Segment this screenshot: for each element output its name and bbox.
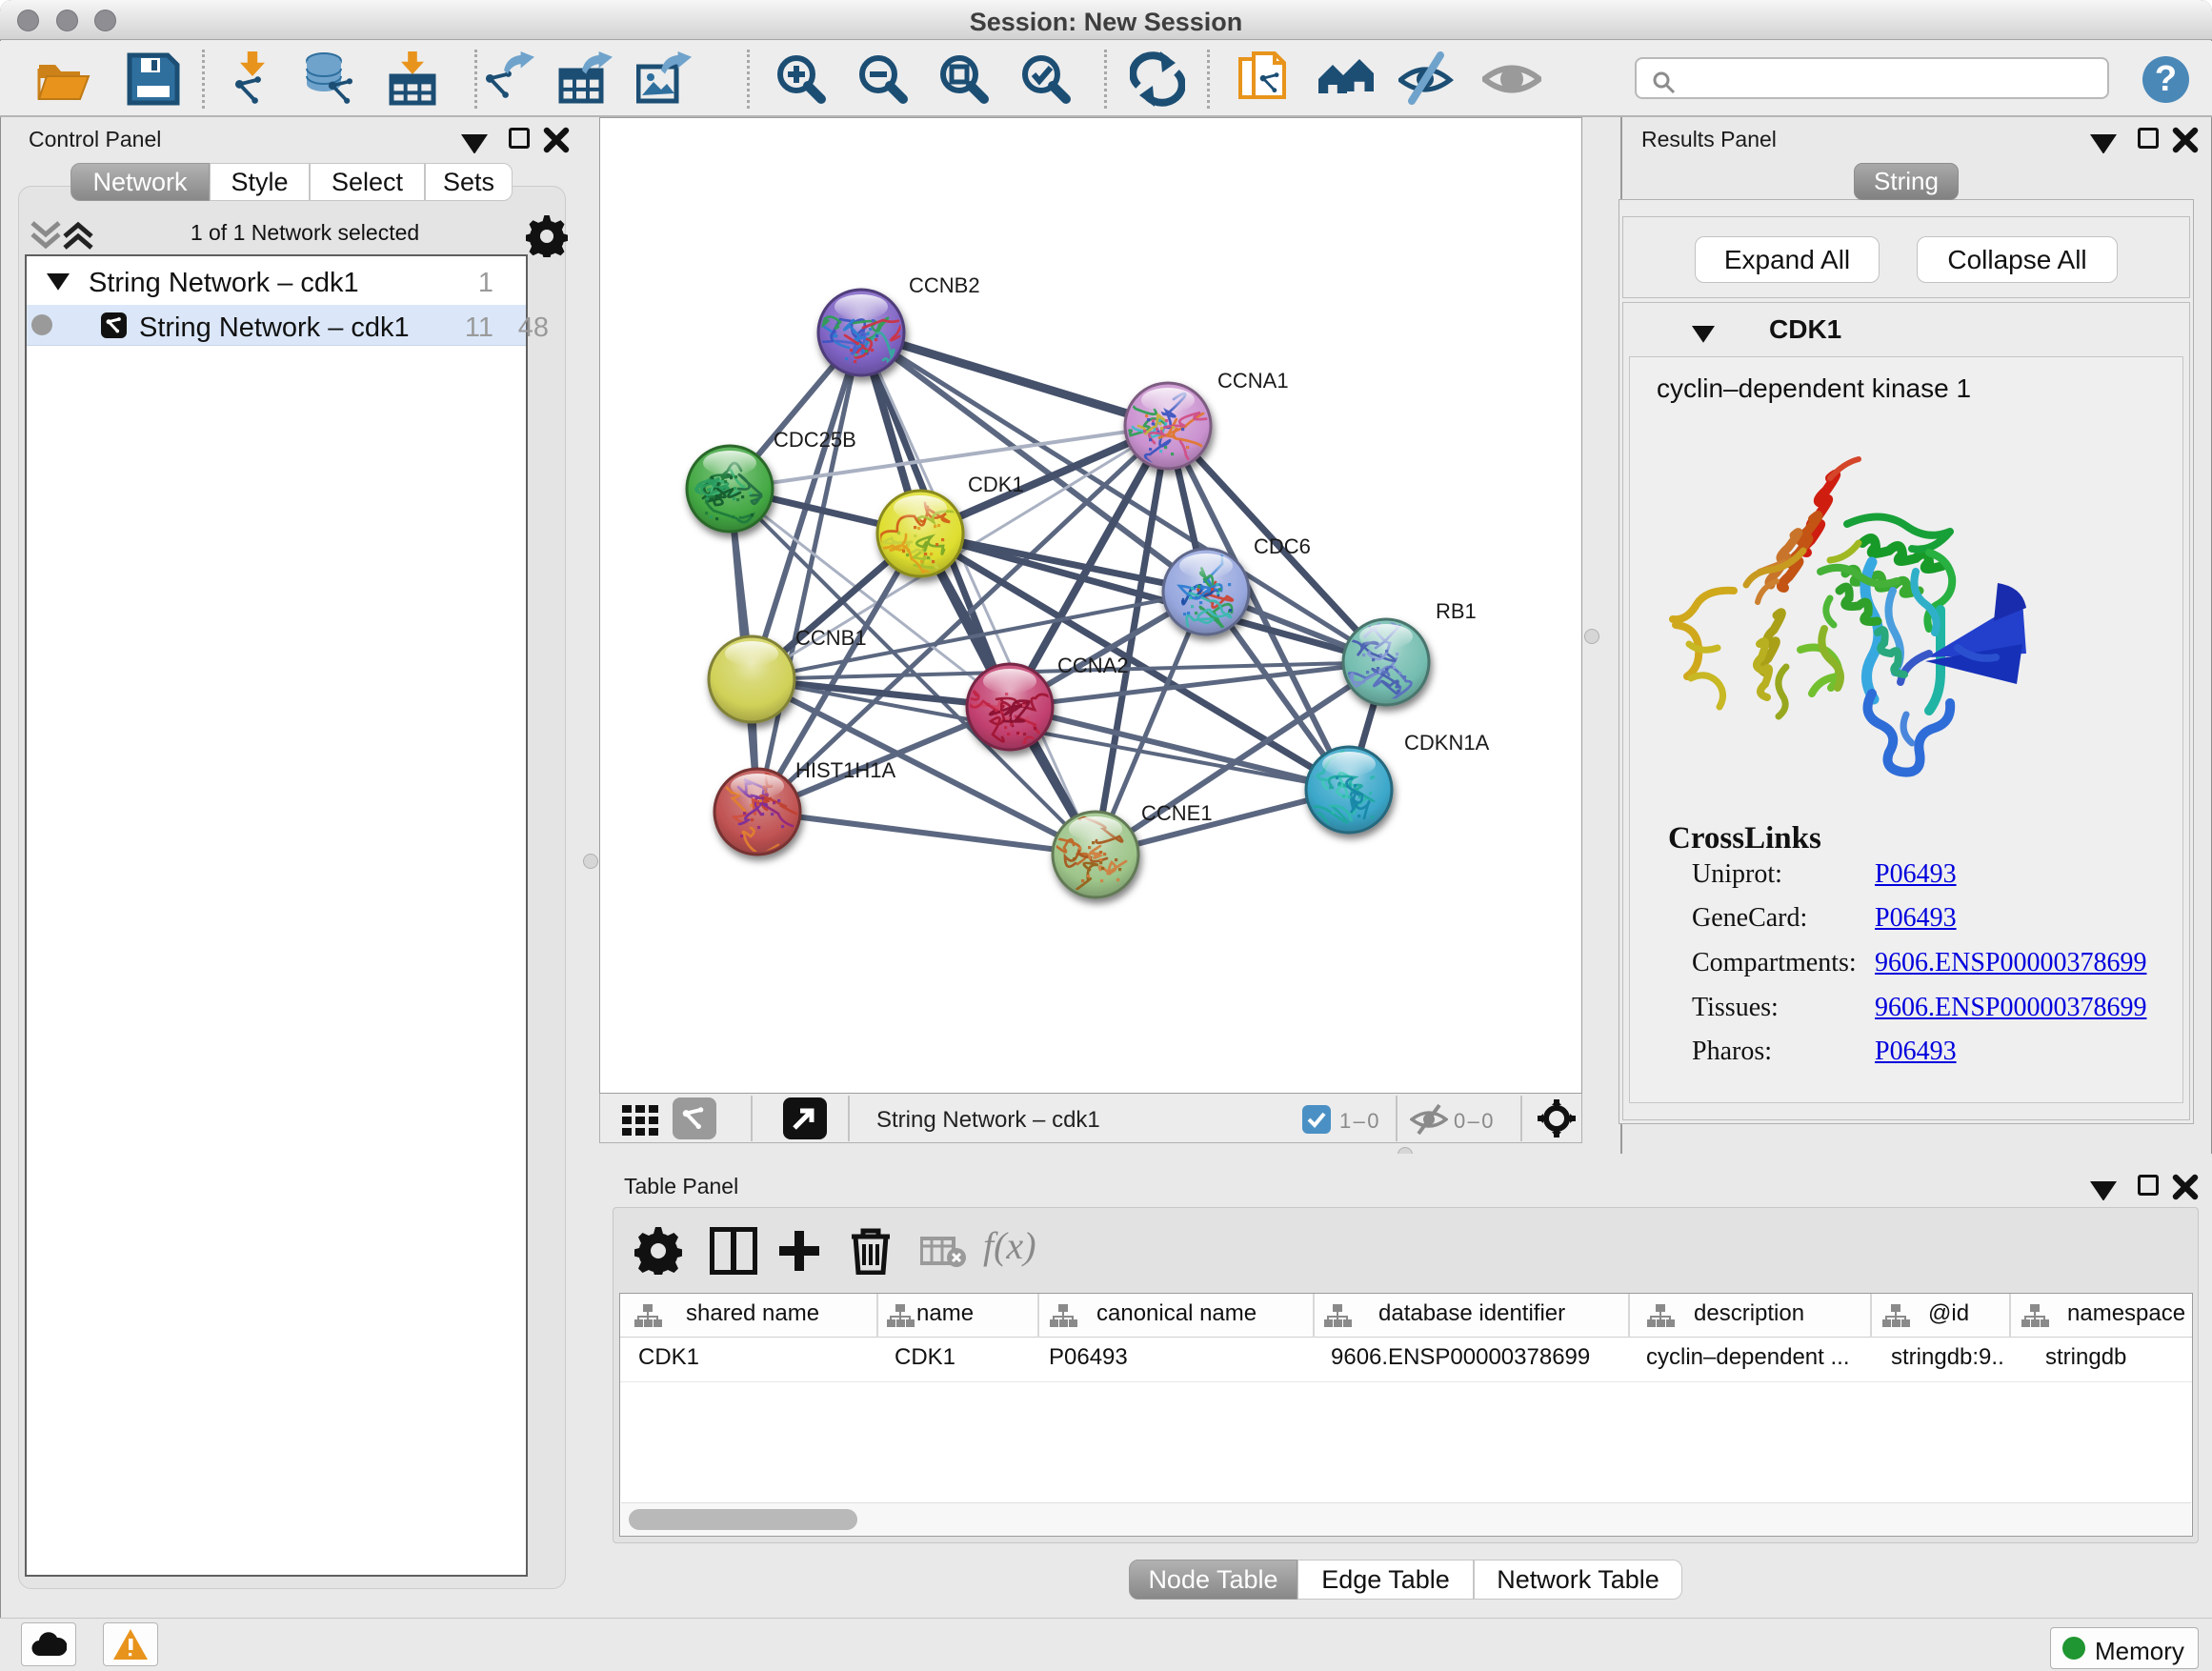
svg-text:CCNE1: CCNE1 <box>1141 801 1213 825</box>
svg-text:CCNB2: CCNB2 <box>909 273 980 297</box>
svg-text:CDK1: CDK1 <box>968 473 1024 496</box>
svg-text:CDC6: CDC6 <box>1254 534 1311 558</box>
svg-text:CCNB1: CCNB1 <box>795 626 867 650</box>
svg-text:RB1: RB1 <box>1436 599 1477 623</box>
svg-text:CCNA1: CCNA1 <box>1217 369 1289 393</box>
svg-text:CCNA2: CCNA2 <box>1057 654 1129 677</box>
svg-text:CDC25B: CDC25B <box>774 428 856 452</box>
svg-text:HIST1H1A: HIST1H1A <box>795 758 895 782</box>
svg-text:CDKN1A: CDKN1A <box>1404 731 1490 755</box>
